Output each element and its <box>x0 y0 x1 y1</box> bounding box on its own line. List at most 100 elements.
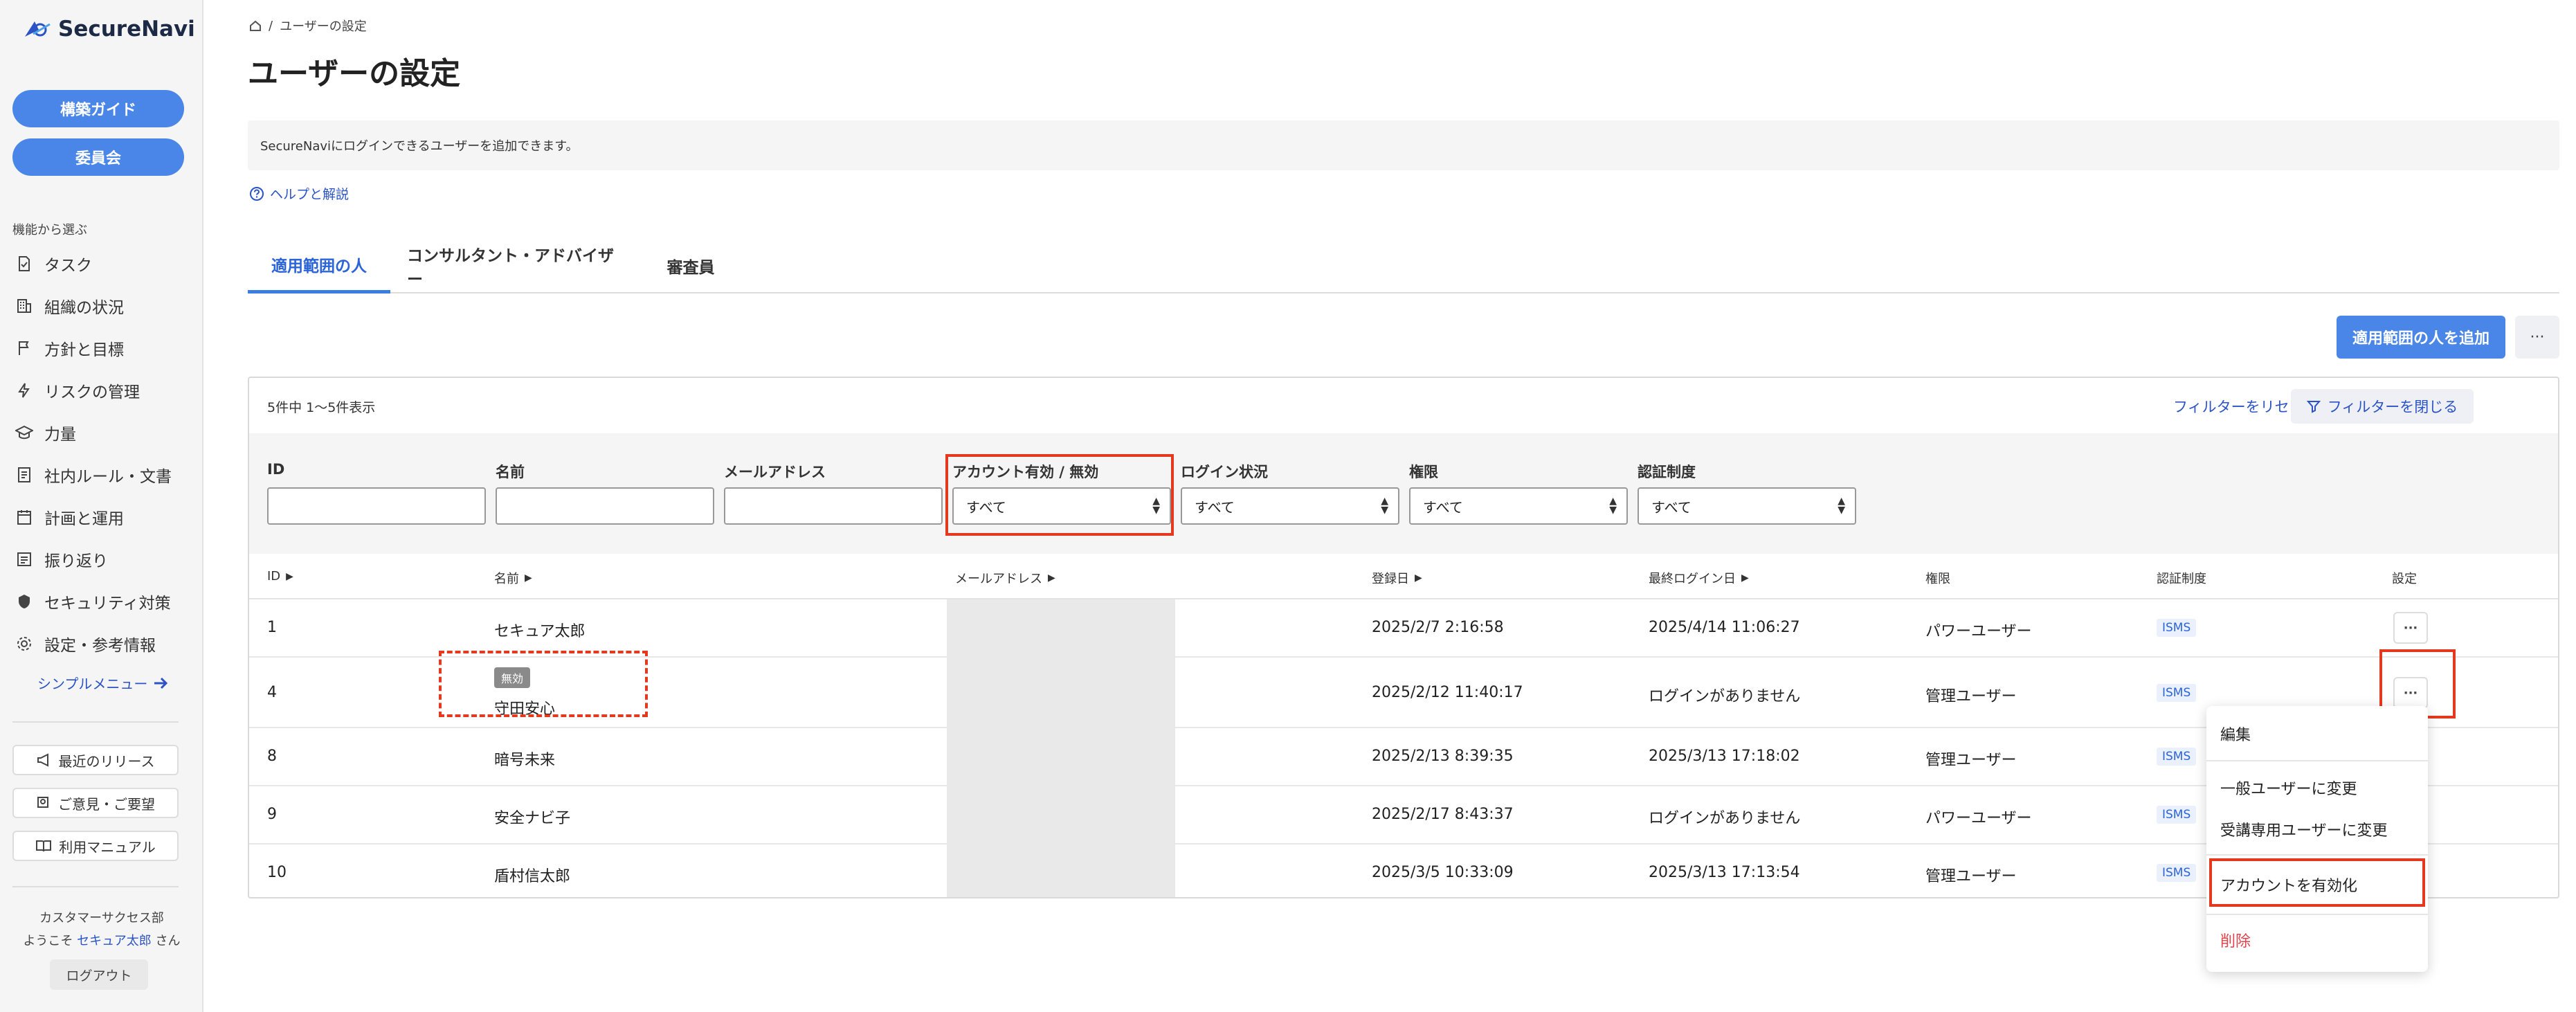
manual-button[interactable]: 利用マニュアル <box>12 831 179 861</box>
sidebar-divider <box>12 721 179 723</box>
filter-cert-label: 認証制度 <box>1638 464 1696 480</box>
sort-icon: ▶ <box>286 570 293 582</box>
cell-id: 9 <box>267 806 277 823</box>
logo[interactable]: SecureNavi <box>24 17 195 42</box>
cell-registered: 2025/2/13 8:39:35 <box>1372 748 1514 765</box>
filter-cert-select[interactable]: すべて ▲ ▼ <box>1638 487 1856 525</box>
cert-badge: ISMS <box>2157 864 2197 882</box>
review-icon <box>15 550 33 568</box>
simple-menu-link[interactable]: シンプルメニュー <box>37 673 168 693</box>
select-arrows-icon: ▲ ▼ <box>1609 496 1617 516</box>
row-settings-button[interactable]: ··· <box>2393 612 2428 644</box>
sidebar-item-label: 力量 <box>44 426 76 444</box>
sort-icon: ▶ <box>1741 572 1749 584</box>
info-text: SecureNaviにログインできるユーザーを追加できます。 <box>260 139 579 154</box>
menu-item-to-trainee[interactable]: 受講専用ユーザーに変更 <box>2220 818 2388 840</box>
cell-registered: 2025/2/12 11:40:17 <box>1372 684 1523 701</box>
sort-icon: ▶ <box>1415 572 1422 584</box>
add-scope-person-button[interactable]: 適用範囲の人を追加 <box>2337 316 2505 359</box>
sidebar-item-label: 振り返り <box>44 552 108 570</box>
bolt-icon <box>15 381 33 399</box>
filter-email-label: メールアドレス <box>724 464 826 480</box>
filter-id-input[interactable] <box>267 487 486 525</box>
menu-item-edit[interactable]: 編集 <box>2220 723 2251 745</box>
sidebar-item-label: リスクの管理 <box>44 383 140 401</box>
filter-icon <box>2306 401 2321 413</box>
column-name[interactable]: 名前 ▶ <box>494 569 532 587</box>
column-registered-label: 登録日 <box>1372 572 1409 586</box>
sidebar-item-review[interactable]: 振り返り <box>15 548 108 571</box>
sidebar-item-task[interactable]: タスク <box>15 252 92 275</box>
cell-role: 管理ユーザー <box>1925 688 2017 705</box>
filter-name-input[interactable] <box>496 487 714 525</box>
sidebar-item-settings[interactable]: 設定・参考情報 <box>15 632 156 656</box>
filter-id-label: ID <box>267 461 285 478</box>
filter-role-select[interactable]: すべて ▲ ▼ <box>1409 487 1628 525</box>
column-id[interactable]: ID ▶ <box>267 569 293 584</box>
select-arrows-icon: ▲ ▼ <box>1381 496 1388 516</box>
committee-button[interactable]: 委員会 <box>12 138 184 176</box>
menu-item-delete[interactable]: 削除 <box>2220 929 2251 951</box>
cell-last-login: ログインがありません <box>1649 688 1801 705</box>
sidebar-item-risk[interactable]: リスクの管理 <box>15 379 140 402</box>
cell-role: パワーユーザー <box>1925 623 2032 640</box>
flag-icon <box>15 339 33 357</box>
feedback-label: ご意見・ご要望 <box>58 795 155 813</box>
enable-account-highlight <box>2209 858 2425 907</box>
column-role-label: 権限 <box>1925 572 1950 586</box>
sidebar-item-label: セキュリティ対策 <box>44 595 171 613</box>
email-redaction <box>947 599 1175 897</box>
select-arrows-icon: ▲ ▼ <box>1838 496 1845 516</box>
cell-registered: 2025/2/17 8:43:37 <box>1372 806 1514 823</box>
help-link[interactable]: ヘルプと解説 <box>249 184 349 203</box>
result-count: 5件中 1〜5件表示 <box>267 400 376 415</box>
sidebar-item-rules[interactable]: 社内ルール・文書 <box>15 463 172 487</box>
calendar-icon <box>15 508 33 526</box>
recent-releases-label: 最近のリリース <box>58 752 155 770</box>
cell-role: 管理ユーザー <box>1925 752 2017 769</box>
sidebar-item-security[interactable]: セキュリティ対策 <box>15 590 171 613</box>
column-email[interactable]: メールアドレス ▶ <box>955 569 1055 587</box>
sidebar-item-organization[interactable]: 組織の状況 <box>15 294 124 318</box>
disabled-user-highlight <box>439 651 648 717</box>
cell-registered: 2025/3/5 10:33:09 <box>1372 864 1514 881</box>
cell-id: 10 <box>267 864 287 881</box>
sidebar-item-label: 計画と運用 <box>44 510 124 528</box>
breadcrumb-current: ユーザーの設定 <box>280 19 367 34</box>
build-guide-button[interactable]: 構築ガイド <box>12 90 184 127</box>
cell-last-login: ログインがありません <box>1649 810 1801 827</box>
sidebar-item-policy[interactable]: 方針と目標 <box>15 336 124 360</box>
user-name-link[interactable]: セキュア太郎 <box>77 934 152 948</box>
column-email-label: メールアドレス <box>955 572 1042 586</box>
logout-button[interactable]: ログアウト <box>50 959 148 990</box>
filter-email-input[interactable] <box>724 487 943 525</box>
tab-auditors[interactable]: 審査員 <box>649 238 732 293</box>
close-filter-button[interactable]: フィルターを閉じる <box>2291 389 2474 424</box>
sidebar-item-planning[interactable]: 計画と運用 <box>15 505 124 529</box>
column-registered[interactable]: 登録日 ▶ <box>1372 569 1422 587</box>
column-last-login[interactable]: 最終ログイン日 ▶ <box>1649 569 1749 587</box>
sort-icon: ▶ <box>1048 572 1055 584</box>
row-actions-menu: 編集 一般ユーザーに変更 受講専用ユーザーに変更 アカウントを有効化 削除 <box>2206 706 2428 972</box>
sidebar-item-label: 設定・参考情報 <box>44 637 156 655</box>
more-actions-button[interactable]: ··· <box>2515 316 2559 359</box>
feedback-button[interactable]: ご意見・ご要望 <box>12 788 179 818</box>
sidebar-item-competence[interactable]: 力量 <box>15 421 76 444</box>
filter-role-label: 権限 <box>1409 464 1438 480</box>
tab-scope-people[interactable]: 適用範囲の人 <box>248 238 390 293</box>
welcome-prefix: ようこそ <box>23 934 73 948</box>
tab-consultants[interactable]: コンサルタント・アドバイザー <box>407 238 628 293</box>
filter-role-value: すべて <box>1423 498 1463 516</box>
info-box: SecureNaviにログインできるユーザーを追加できます。 <box>248 120 2559 170</box>
menu-item-to-general[interactable]: 一般ユーザーに変更 <box>2220 777 2357 799</box>
filter-login-value: すべて <box>1195 498 1235 516</box>
home-icon[interactable] <box>249 19 262 32</box>
recent-releases-button[interactable]: 最近のリリース <box>12 745 179 775</box>
column-cert-label: 認証制度 <box>2157 572 2206 586</box>
account-filter-highlight <box>945 454 1174 536</box>
graduation-icon <box>15 424 33 442</box>
manual-label: 利用マニュアル <box>59 838 156 856</box>
cell-name: 盾村信太郎 <box>494 868 571 885</box>
filter-login-select[interactable]: すべて ▲ ▼ <box>1181 487 1399 525</box>
sidebar-item-label: タスク <box>44 257 92 275</box>
